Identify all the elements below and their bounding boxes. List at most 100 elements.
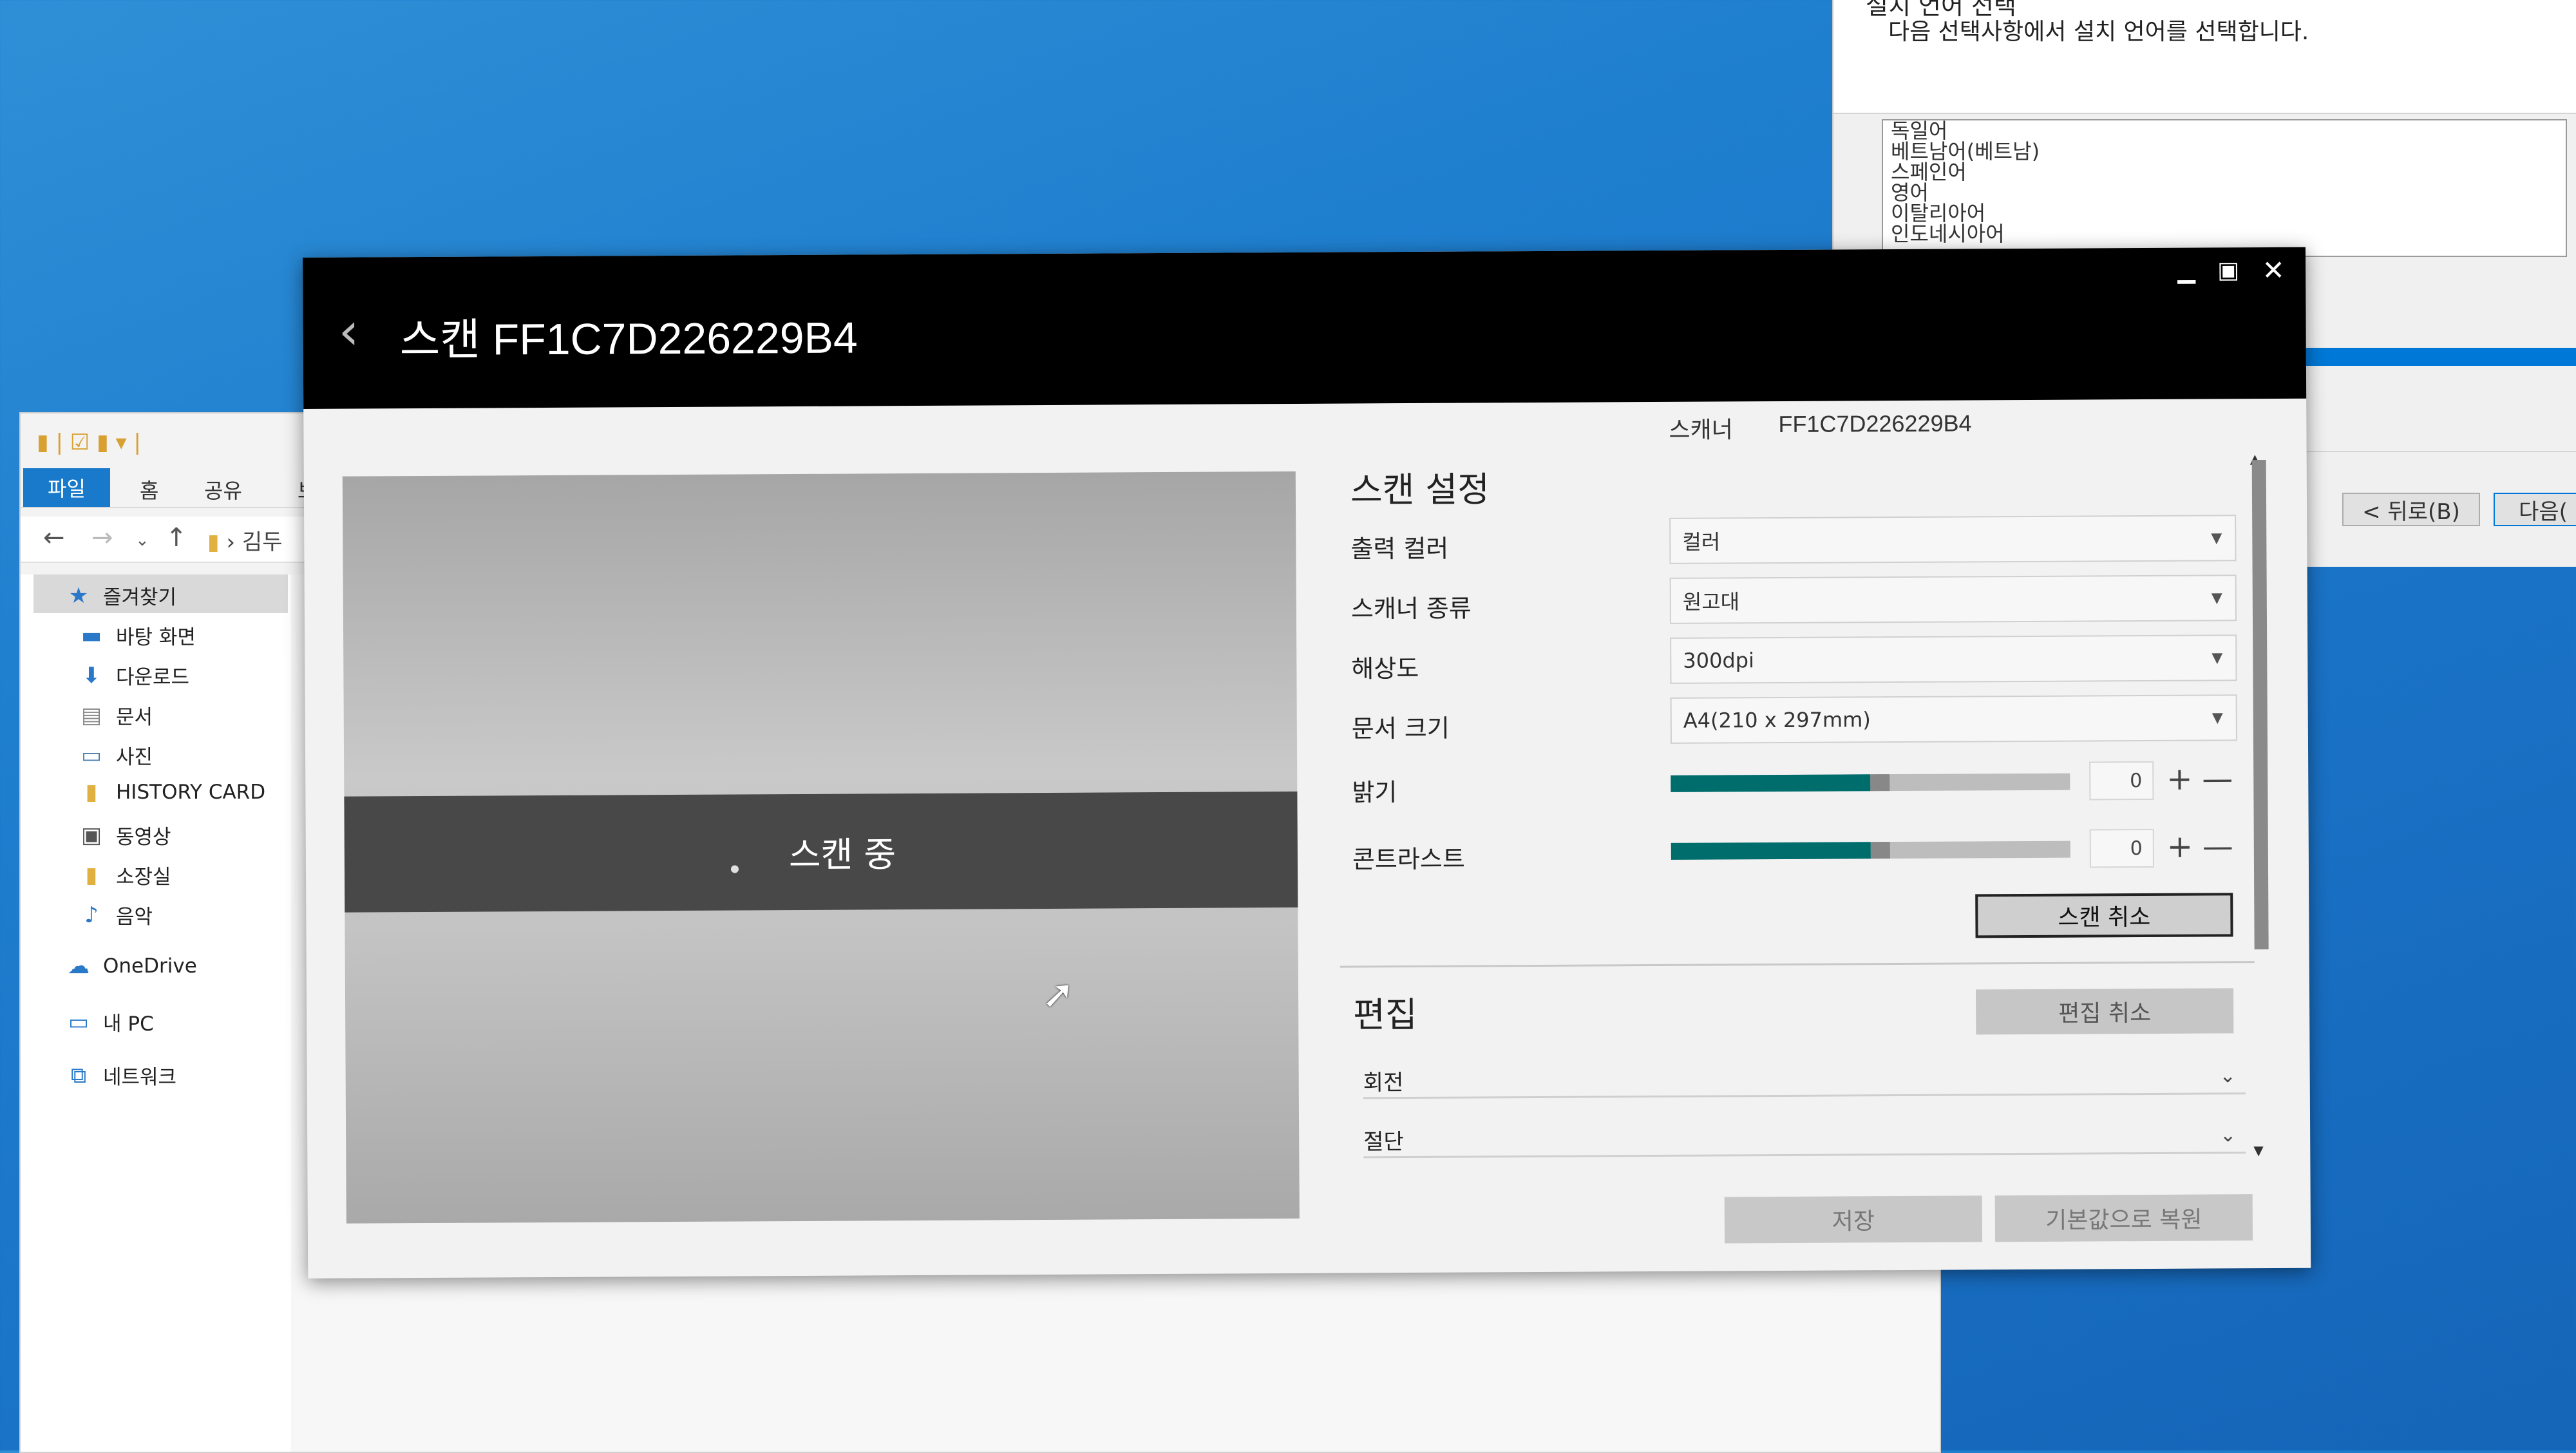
forward-arrow-icon[interactable]: → <box>91 523 113 553</box>
sidebar-item-documents[interactable]: ▤ 문서 ✦ <box>79 701 319 730</box>
resolution-label: 해상도 <box>1351 654 1419 683</box>
download-icon: ⬇ <box>82 662 101 689</box>
cancel-edit-button[interactable]: 편집 취소 <box>1975 988 2234 1035</box>
brightness-label: 밝기 <box>1352 778 1397 807</box>
select-value: 300dpi <box>1683 648 1754 673</box>
sidebar-item-label: 즐겨찾기 <box>103 586 177 609</box>
scroll-down-icon[interactable]: ▼ <box>2253 1143 2264 1158</box>
quick-access-toolbar[interactable]: ▮ | ☑ ▮ ▾ | <box>37 430 141 455</box>
music-icon: ♪ <box>84 902 99 928</box>
section-divider <box>1340 961 2255 968</box>
tab-home[interactable]: 홈 <box>140 475 158 504</box>
save-button[interactable]: 저장 <box>1724 1195 1983 1244</box>
star-icon: ★ <box>68 582 89 609</box>
plus-icon[interactable]: + <box>2166 761 2193 797</box>
scanning-status: 스캔 중 <box>788 834 896 876</box>
recent-dropdown-icon[interactable]: ⌄ <box>135 531 149 550</box>
sidebar-item-label: 내 PC <box>103 1012 154 1036</box>
scan-dialog: ‹ 스캔 FF1C7D226229B4 ▁ ▣ ✕ 스캐너 FF1C7D2262… <box>303 247 2311 1278</box>
mouse-cursor-icon: ➚ <box>1041 971 1075 1018</box>
language-item[interactable]: 베트남어(베트남) <box>1883 141 2566 162</box>
sidebar-item-onedrive[interactable]: ☁ OneDrive <box>66 953 197 979</box>
reset-defaults-button[interactable]: 기본값으로 복원 <box>1994 1194 2253 1242</box>
up-arrow-icon[interactable]: ↑ <box>166 523 187 553</box>
sidebar-item-desktop[interactable]: ▬ 바탕 화면 ✦ <box>79 621 319 650</box>
breadcrumb-text: › 김두 <box>226 529 283 555</box>
contrast-slider[interactable] <box>1671 840 2070 860</box>
settings-scrollbar[interactable] <box>2251 460 2269 950</box>
sidebar-item-label: 바탕 화면 <box>116 626 196 649</box>
sidebar-item-network[interactable]: ⧉ 네트워크 <box>66 1061 176 1090</box>
sidebar-item-this-pc[interactable]: ▭ 내 PC <box>66 1007 154 1036</box>
scanning-overlay: 스캔 중 <box>344 791 1298 913</box>
maximize-icon[interactable]: ▣ <box>2206 247 2251 292</box>
scanner-type-label: 스캐너 종류 <box>1350 594 1472 623</box>
tab-file[interactable]: 파일 <box>23 468 110 507</box>
accordion-label: 회전 <box>1363 1069 1404 1096</box>
sidebar-item-history-card[interactable]: ▮ HISTORY CARD <box>79 779 266 805</box>
sidebar-item-quick-access[interactable]: ★ 즐겨찾기 <box>66 581 176 610</box>
dialog-title: 스캔 FF1C7D226229B4 <box>399 313 858 365</box>
scanner-type-select[interactable]: 원고대 ▼ <box>1669 575 2237 624</box>
slider-fill <box>1671 842 1871 860</box>
minimize-icon[interactable]: ▁ <box>2164 248 2209 293</box>
installer-subtitle: 다음 선택사항에서 설치 언어를 선택합니다. <box>1888 19 2309 45</box>
loading-spinner-icon <box>730 865 739 873</box>
folder-icon: ▮ <box>207 529 220 555</box>
doc-size-select[interactable]: A4(210 x 297mm) ▼ <box>1670 694 2237 744</box>
cancel-scan-button[interactable]: 스캔 취소 <box>1975 893 2233 938</box>
language-item[interactable]: 영어 <box>1883 182 2566 203</box>
sidebar-item-label: 동영상 <box>116 826 171 849</box>
minus-icon[interactable]: — <box>2202 828 2233 864</box>
doc-size-label: 문서 크기 <box>1351 714 1450 743</box>
sidebar-item-pictures[interactable]: ▭ 사진 ✦ <box>79 741 319 770</box>
sidebar-item-music[interactable]: ♪ 음악 <box>79 900 153 929</box>
sidebar-item-label: 사진 <box>116 746 153 769</box>
chevron-down-icon: ⌄ <box>2219 1123 2237 1146</box>
sidebar-item-label: 소장실 <box>116 866 171 889</box>
video-icon: ▣ <box>80 822 102 848</box>
language-item[interactable]: 이탈리아어 <box>1883 203 2566 223</box>
minus-icon[interactable]: — <box>2202 761 2233 797</box>
back-arrow-icon[interactable]: ← <box>43 523 65 553</box>
dropdown-arrow-icon: ▼ <box>2211 709 2223 726</box>
next-button[interactable]: 다음( <box>2494 493 2576 526</box>
brightness-value[interactable]: 0 <box>2089 761 2154 801</box>
breadcrumb[interactable]: ▮ › 김두 <box>207 524 283 556</box>
resolution-select[interactable]: 300dpi ▼ <box>1670 634 2237 684</box>
sidebar-item-archive[interactable]: ▮ 소장실 <box>79 860 171 889</box>
language-item[interactable]: 스페인어 <box>1883 162 2566 182</box>
scan-preview: 스캔 중 ➚ <box>342 471 1300 1224</box>
sidebar-item-label: 음악 <box>116 906 153 929</box>
output-color-select[interactable]: 컬러 ▼ <box>1669 515 2237 564</box>
brightness-slider[interactable] <box>1671 773 2070 792</box>
dropdown-arrow-icon: ▼ <box>2211 649 2223 666</box>
back-chevron-icon[interactable]: ‹ <box>338 301 359 361</box>
output-color-label: 출력 컬러 <box>1350 534 1449 564</box>
language-item[interactable]: 인도네시아어 <box>1883 223 2566 244</box>
slider-handle[interactable] <box>1870 842 1890 859</box>
computer-icon: ▭ <box>68 1009 90 1035</box>
accordion-label: 절단 <box>1363 1128 1404 1155</box>
plus-icon[interactable]: + <box>2167 829 2193 865</box>
tab-share[interactable]: 공유 <box>204 475 242 504</box>
close-icon[interactable]: ✕ <box>2251 247 2296 292</box>
language-list[interactable]: 독일어 베트남어(베트남) 스페인어 영어 이탈리아어 인도네시아어 <box>1882 119 2567 257</box>
progress-highlight <box>2304 348 2576 366</box>
scanner-id: FF1C7D226229B4 <box>1778 410 1972 438</box>
dropdown-arrow-icon: ▼ <box>2211 529 2222 546</box>
back-button[interactable]: < 뒤로(B) <box>2342 493 2480 526</box>
select-value: 컬러 <box>1682 529 1721 555</box>
edit-heading: 편집 <box>1353 994 1417 1036</box>
desktop-icon: ▬ <box>80 622 102 649</box>
language-item[interactable]: 독일어 <box>1883 120 2566 141</box>
sidebar-item-downloads[interactable]: ⬇ 다운로드 ✦ <box>79 661 319 690</box>
rotate-accordion[interactable]: 회전 ⌄ <box>1363 1059 2246 1099</box>
slider-handle[interactable] <box>1870 774 1890 792</box>
select-value: A4(210 x 297mm) <box>1683 707 1871 733</box>
sidebar-item-videos[interactable]: ▣ 동영상 <box>79 821 171 850</box>
contrast-value[interactable]: 0 <box>2089 828 2154 868</box>
sidebar-item-label: HISTORY CARD <box>116 781 266 804</box>
cut-accordion[interactable]: 절단 ⌄ <box>1363 1118 2246 1159</box>
contrast-label: 콘트라스트 <box>1352 844 1465 874</box>
